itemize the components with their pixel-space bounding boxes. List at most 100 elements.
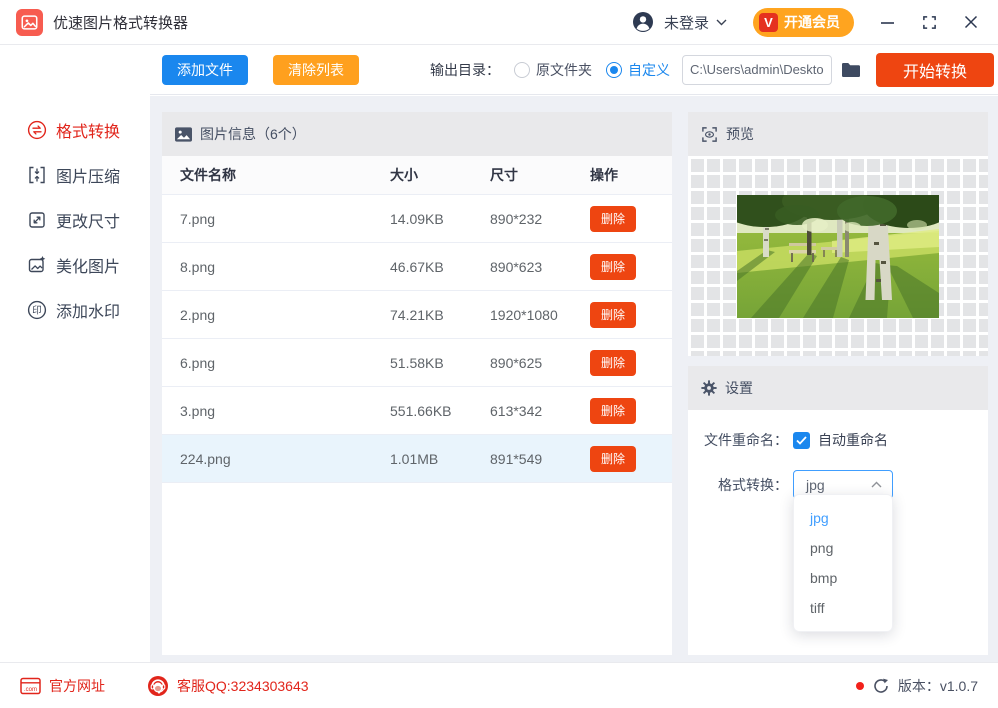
file-list-title: 图片信息（6个） <box>200 126 306 142</box>
svg-text:.com: .com <box>24 686 37 692</box>
maximize-button[interactable] <box>920 13 938 31</box>
delete-button[interactable]: 删除 <box>590 205 636 232</box>
sidebar-item-beautify[interactable]: 美化图片 <box>0 242 150 287</box>
cell-file-size: 14.09KB <box>390 210 444 227</box>
vip-button[interactable]: V 开通会员 <box>753 7 854 37</box>
cell-file-size: 74.21KB <box>390 306 444 323</box>
radio-original-folder[interactable]: 原文件夹 <box>514 60 592 80</box>
table-row[interactable]: 6.png 51.58KB 890*625 删除 <box>162 339 672 387</box>
table-row[interactable]: 8.png 46.67KB 890*623 删除 <box>162 243 672 291</box>
auto-rename-label: 自动重命名 <box>818 432 888 448</box>
official-website-link[interactable]: .com 官方网址 <box>20 676 105 696</box>
radio-original-circle <box>514 61 530 78</box>
delete-button[interactable]: 删除 <box>590 253 636 280</box>
dropdown-option-png[interactable]: png <box>794 533 892 563</box>
table-row[interactable]: 3.png 551.66KB 613*342 删除 <box>162 387 672 435</box>
auto-rename-checkbox[interactable] <box>793 431 810 449</box>
refresh-icon[interactable] <box>873 678 889 694</box>
output-path-input[interactable] <box>682 54 832 85</box>
dropdown-option-jpg[interactable]: jpg <box>794 503 892 533</box>
status-dot <box>855 681 864 690</box>
official-website-label: 官方网址 <box>49 677 105 694</box>
rename-row: 文件重命名： 自动重命名 <box>688 430 988 450</box>
footer: .com 官方网址 客服QQ:3234303643 版本：v1.0.7 <box>0 662 998 708</box>
cell-dimensions: 891*549 <box>490 450 543 467</box>
delete-button[interactable]: 删除 <box>590 397 636 424</box>
cell-file-name: 7.png <box>180 210 216 227</box>
add-files-button[interactable]: 添加文件 <box>162 54 248 85</box>
column-header-dims: 尺寸 <box>490 167 518 183</box>
sidebar-item-label: 格式转换 <box>56 123 121 141</box>
cell-dimensions: 890*625 <box>490 354 543 371</box>
sidebar-item-resize[interactable]: 更改尺寸 <box>0 197 150 242</box>
clear-list-button[interactable]: 清除列表 <box>273 54 359 85</box>
close-button[interactable] <box>962 13 980 31</box>
cell-file-name: 8.png <box>180 258 216 275</box>
minimize-button[interactable] <box>878 13 896 31</box>
delete-button[interactable]: 删除 <box>590 445 636 472</box>
format-convert-icon <box>27 120 47 140</box>
start-convert-button[interactable]: 开始转换 <box>876 52 994 87</box>
titlebar-right: 未登录 V 开通会员 <box>632 7 980 37</box>
dropdown-option-tiff[interactable]: tiff <box>794 593 892 623</box>
support-qq-label: 客服QQ:3234303643 <box>177 677 309 694</box>
svg-text:印: 印 <box>32 304 42 316</box>
output-dir-label: 输出目录： <box>430 61 500 78</box>
support-qq-link[interactable]: 客服QQ:3234303643 <box>147 675 309 697</box>
sidebar-item-format-convert[interactable]: 格式转换 <box>0 107 150 152</box>
cell-file-name: 3.png <box>180 402 216 419</box>
delete-button[interactable]: 删除 <box>590 301 636 328</box>
toolbar: 添加文件 清除列表 输出目录： 原文件夹 自定义 开始转换 <box>150 45 998 95</box>
version-group: 版本：v1.0.7 <box>855 676 978 696</box>
chevron-down-icon <box>716 19 727 26</box>
sidebar-item-label: 图片压缩 <box>56 168 121 186</box>
preview-panel: 预览 <box>688 112 988 356</box>
table-row[interactable]: 7.png 14.09KB 890*232 删除 <box>162 195 672 243</box>
radio-original-label: 原文件夹 <box>536 61 592 78</box>
chevron-up-icon <box>871 481 882 488</box>
sidebar: 格式转换 图片压缩 更改尺寸 美化图片 印 添加水印 <box>0 45 150 662</box>
cell-dimensions: 1920*1080 <box>490 306 558 323</box>
file-list-panel: 图片信息（6个） 文件名称 大小 尺寸 操作 7.png 14.09KB 890… <box>162 112 672 655</box>
radio-custom-label: 自定义 <box>628 61 670 78</box>
sidebar-item-watermark[interactable]: 印 添加水印 <box>0 287 150 332</box>
check-icon <box>796 435 807 445</box>
table-header-row: 文件名称 大小 尺寸 操作 <box>162 156 672 195</box>
cell-dimensions: 890*623 <box>490 258 543 275</box>
format-select-value: jpg <box>806 476 825 493</box>
browse-folder-button[interactable] <box>841 62 861 78</box>
cell-file-name: 6.png <box>180 354 216 371</box>
table-row[interactable]: 224.png 1.01MB 891*549 删除 <box>162 435 672 483</box>
column-header-action: 操作 <box>590 167 618 183</box>
radio-custom-folder[interactable]: 自定义 <box>606 60 670 80</box>
app-window: 优速图片格式转换器 未登录 V 开通会员 格式转换 图片压缩 更改尺寸 美化图片… <box>0 0 998 708</box>
sidebar-item-compress[interactable]: 图片压缩 <box>0 152 150 197</box>
website-icon: .com <box>20 677 41 694</box>
cell-file-size: 51.58KB <box>390 354 444 371</box>
column-header-name: 文件名称 <box>180 167 236 183</box>
rename-label: 文件重命名： <box>704 432 788 448</box>
preview-image <box>737 195 939 318</box>
login-menu[interactable]: 未登录 <box>632 11 727 33</box>
format-dropdown: jpg png bmp tiff <box>793 494 893 632</box>
folder-icon <box>842 62 860 77</box>
settings-header: 设置 <box>688 366 988 410</box>
cell-file-size: 46.67KB <box>390 258 444 275</box>
settings-title: 设置 <box>725 380 753 396</box>
app-title: 优速图片格式转换器 <box>53 14 189 32</box>
titlebar-left: 优速图片格式转换器 <box>16 8 189 36</box>
customer-service-icon <box>148 675 168 696</box>
cell-dimensions: 613*342 <box>490 402 543 419</box>
delete-button[interactable]: 删除 <box>590 349 636 376</box>
preview-title: 预览 <box>726 126 754 142</box>
transparency-grid <box>688 156 988 356</box>
dropdown-option-bmp[interactable]: bmp <box>794 563 892 593</box>
sidebar-item-label: 更改尺寸 <box>56 213 121 231</box>
version-label: 版本：v1.0.7 <box>897 677 978 694</box>
image-info-icon <box>175 126 192 142</box>
file-list-header: 图片信息（6个） <box>162 112 672 156</box>
format-label: 格式转换： <box>718 476 788 493</box>
table-row[interactable]: 2.png 74.21KB 1920*1080 删除 <box>162 291 672 339</box>
cell-dimensions: 890*232 <box>490 210 543 227</box>
vip-badge-icon: V <box>759 12 778 32</box>
